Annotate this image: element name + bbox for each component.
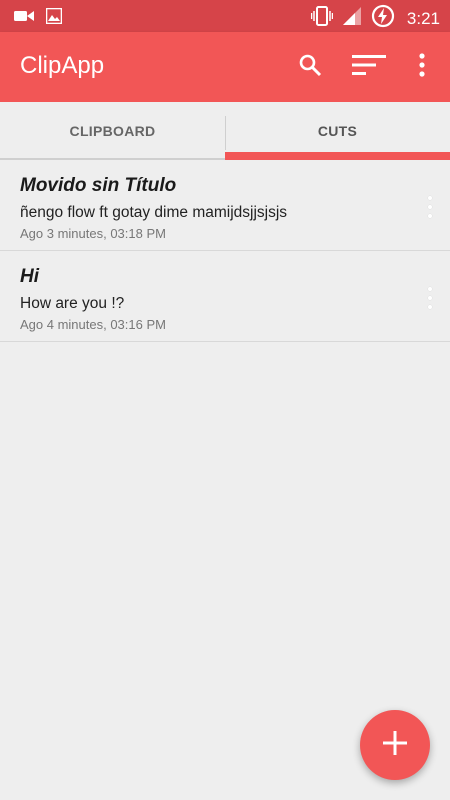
status-time: 3:21	[406, 8, 440, 28]
sort-button[interactable]	[352, 53, 386, 81]
tab-clipboard[interactable]: CLIPBOARD	[0, 102, 225, 160]
video-camera-icon	[14, 8, 34, 29]
tab-bar: CLIPBOARD CUTS	[0, 102, 450, 160]
tab-selected-indicator	[225, 152, 450, 160]
app-bar: ClipApp	[0, 32, 450, 102]
item-body: ñengo flow ft gotay dime mamijdsjjsjsjs	[20, 204, 288, 221]
more-options-button[interactable]	[408, 52, 436, 82]
more-vert-icon	[418, 52, 426, 82]
search-button[interactable]	[296, 53, 324, 81]
image-icon	[45, 7, 63, 29]
item-more-icon[interactable]	[424, 287, 436, 309]
list-item[interactable]: Hi How are you !? Ago 4 minutes, 03:16 P…	[0, 251, 450, 342]
plus-icon	[382, 730, 408, 761]
item-body: How are you !?	[20, 295, 125, 312]
signal-icon	[342, 6, 361, 31]
app-screen: 3:21 ClipApp CLIPBOARD CUTS Movido sin T…	[0, 0, 450, 800]
sort-icon	[352, 53, 386, 82]
item-title: Movido sin Título	[20, 175, 177, 196]
app-title: ClipApp	[20, 52, 105, 79]
vibrate-icon	[310, 6, 334, 31]
search-icon	[298, 53, 322, 82]
list-item[interactable]: Movido sin Título ñengo flow ft gotay di…	[0, 160, 450, 251]
battery-charging-icon	[371, 4, 395, 33]
item-title: Hi	[20, 266, 39, 287]
item-date: Ago 3 minutes, 03:18 PM	[20, 226, 166, 241]
status-bar: 3:21	[0, 0, 450, 32]
item-more-icon[interactable]	[424, 196, 436, 218]
add-cut-button[interactable]	[360, 710, 430, 780]
item-date: Ago 4 minutes, 03:16 PM	[20, 317, 166, 332]
cuts-list: Movido sin Título ñengo flow ft gotay di…	[0, 160, 450, 342]
